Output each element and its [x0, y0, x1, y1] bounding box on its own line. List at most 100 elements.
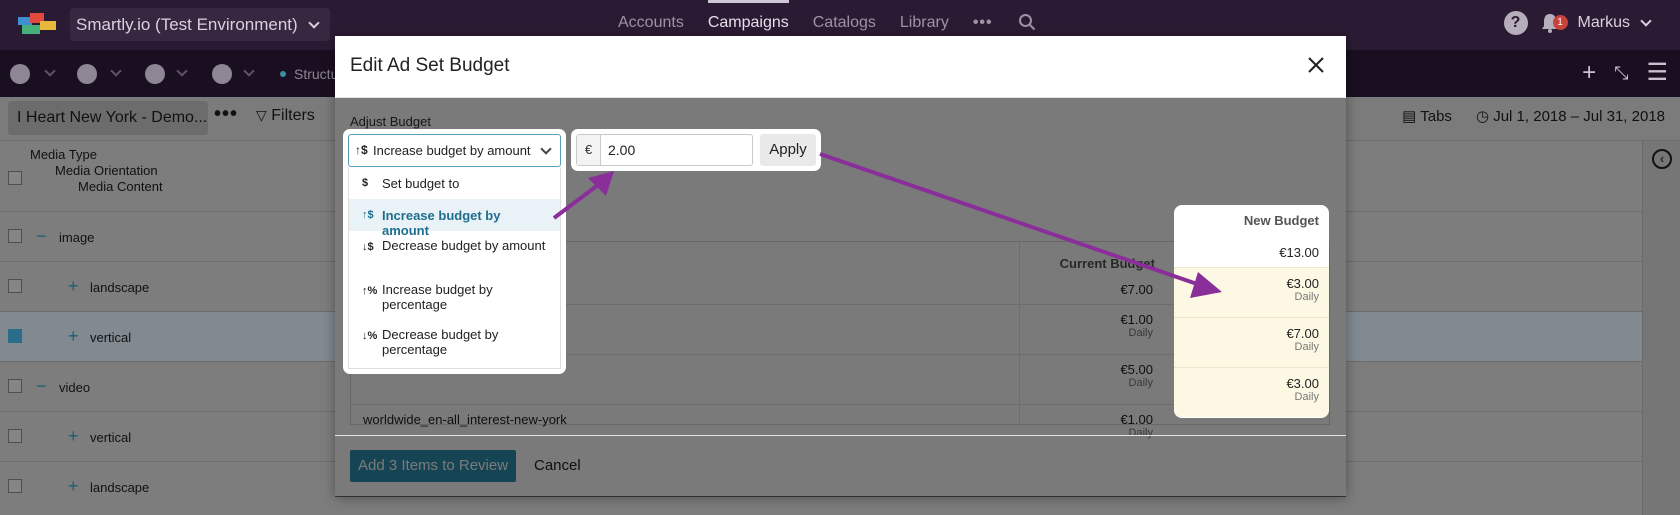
nav-more-button[interactable]: ••• — [973, 14, 993, 32]
chevron-down-icon[interactable] — [176, 65, 188, 77]
current-budget-cell: €5.00 Daily — [1019, 362, 1153, 389]
row-checkbox[interactable] — [8, 479, 22, 493]
smartly-logo[interactable] — [18, 13, 56, 37]
menu-item-label: Decrease budget by amount — [382, 238, 546, 253]
nav-link-campaigns[interactable]: Campaigns — [707, 0, 789, 32]
tree-row-label: image — [59, 230, 95, 245]
new-budget-value: €3.00 — [1286, 276, 1319, 291]
tree-row-label: landscape — [90, 280, 150, 295]
nav-link-catalogs[interactable]: Catalogs — [813, 14, 876, 32]
twitter-icon[interactable] — [145, 64, 165, 84]
budget-type-select[interactable]: ↑$ Increase budget by amount — [348, 134, 561, 167]
tree-row-label: vertical — [90, 330, 132, 345]
expand-icon[interactable]: + — [68, 277, 79, 295]
modal-header: Edit Ad Set Budget — [335, 36, 1346, 98]
menu-item-decrease-percentage[interactable]: ↓% Decrease budget by percentage — [349, 320, 560, 367]
chevron-left-icon[interactable]: ‹ — [1652, 149, 1672, 169]
new-budget-cell: €3.00 Daily — [1174, 267, 1329, 317]
toolbar-right: ▤ Tabs ◷ Jul 1, 2018 – Jul 31, 2018 — [1402, 107, 1665, 125]
budget-type-value: Increase budget by amount — [373, 143, 531, 158]
structure-label[interactable]: Structu — [294, 66, 338, 82]
user-area: ? 1 Markus — [1503, 11, 1652, 35]
tabs-button[interactable]: ▤ Tabs — [1402, 107, 1452, 125]
row-checkbox[interactable] — [8, 279, 22, 293]
add-items-to-review-button[interactable]: Add 3 Items to Review — [350, 450, 517, 482]
add-icon[interactable]: + — [1582, 60, 1596, 86]
collapse-icon[interactable]: − — [36, 227, 47, 245]
modal-footer: Add 3 Items to Review Cancel — [335, 435, 1346, 497]
tree-row-label: vertical — [90, 430, 132, 445]
current-budget-value: €5.00 — [1120, 362, 1153, 377]
expand-icon[interactable]: + — [68, 477, 79, 495]
chevron-down-icon[interactable] — [1640, 15, 1652, 27]
budget-period: Daily — [1128, 377, 1153, 389]
budget-amount-input[interactable]: 2.00 — [608, 135, 635, 165]
view-controls: + ⤡ ☰ — [1582, 60, 1668, 86]
menu-item-label: Set budget to — [382, 176, 460, 191]
current-budget-value: €1.00 — [1120, 312, 1153, 327]
search-icon[interactable] — [1018, 13, 1036, 31]
snapchat-icon[interactable] — [212, 64, 232, 84]
menu-item-decrease-amount[interactable]: ↓$ Decrease budget by amount — [349, 231, 560, 275]
header-media-orientation: Media Orientation — [55, 163, 158, 178]
current-budget-cell: €1.00 Daily — [1019, 312, 1153, 339]
nav-link-accounts[interactable]: Accounts — [618, 14, 684, 32]
menu-icon[interactable]: ☰ — [1646, 60, 1668, 86]
budget-period: Daily — [1294, 341, 1319, 353]
current-budget-value: €1.00 — [1120, 412, 1153, 427]
apply-button[interactable]: Apply — [760, 134, 816, 166]
filter-icon: ▽ — [256, 107, 267, 123]
close-icon[interactable] — [1304, 53, 1328, 77]
currency-prefix: € — [577, 135, 601, 165]
cancel-button[interactable]: Cancel — [534, 450, 581, 482]
date-range-label: Jul 1, 2018 – Jul 31, 2018 — [1493, 108, 1665, 125]
new-budget-value: €3.00 — [1286, 376, 1319, 391]
budget-amount-field[interactable]: € 2.00 — [576, 134, 753, 166]
collapse-icon[interactable]: ⤡ — [1614, 60, 1628, 86]
campaign-selector[interactable]: I Heart New York - Demo... — [8, 101, 208, 135]
nav-link-library[interactable]: Library — [900, 14, 949, 32]
header-media-content: Media Content — [78, 179, 163, 194]
modal-title: Edit Ad Set Budget — [350, 55, 510, 76]
collapse-icon[interactable]: − — [36, 377, 47, 395]
dollar-icon: $ — [362, 177, 369, 189]
budget-type-dropdown: $ Set budget to ↑$ Increase budget by am… — [348, 167, 561, 369]
new-budget-value: €7.00 — [1286, 326, 1319, 341]
clock-icon: ◷ — [1475, 108, 1490, 125]
organization-switcher[interactable]: Smartly.io (Test Environment) — [70, 8, 331, 41]
expand-icon[interactable]: + — [68, 427, 79, 445]
increase-amount-icon: ↑$ — [362, 209, 374, 221]
expand-icon[interactable]: + — [68, 327, 79, 345]
menu-item-label: Decrease budget by percentage — [382, 327, 499, 357]
adjust-budget-label: Adjust Budget — [350, 114, 431, 129]
ad-set-name: worldwide_en-all_interest-new-york — [363, 412, 567, 427]
column-header-new-budget: New Budget — [1243, 213, 1319, 228]
menu-item-increase-amount[interactable]: ↑$ Increase budget by amount — [349, 199, 560, 238]
date-range-picker[interactable]: ◷ Jul 1, 2018 – Jul 31, 2018 — [1476, 107, 1665, 125]
chevron-down-icon[interactable] — [243, 65, 255, 77]
filters-button[interactable]: ▽ Filters — [256, 107, 315, 125]
new-budget-column: New Budget €13.00 €3.00 Daily €7.00 Daily … — [1174, 205, 1329, 418]
row-checkbox[interactable] — [8, 379, 22, 393]
help-icon[interactable]: ? — [1503, 11, 1528, 35]
more-options-button[interactable]: ••• — [214, 103, 238, 126]
row-checkbox[interactable] — [8, 229, 22, 243]
menu-item-increase-percentage[interactable]: ↑% Increase budget by percentage — [349, 275, 560, 320]
user-name[interactable]: Markus — [1578, 14, 1630, 32]
facebook-icon[interactable] — [10, 64, 30, 84]
row-checkbox[interactable] — [8, 429, 22, 443]
tree-row-label: landscape — [90, 480, 150, 495]
row-checkbox-checked[interactable] — [8, 329, 22, 343]
filters-label: Filters — [271, 107, 315, 124]
side-panel-toggle-area: ‹ — [1642, 141, 1680, 515]
tree-row-label: video — [59, 380, 91, 395]
pinterest-icon[interactable] — [77, 64, 97, 84]
new-budget-cell: €7.00 Daily — [1174, 317, 1329, 367]
chevron-down-icon[interactable] — [110, 65, 122, 77]
menu-item-set-budget[interactable]: $ Set budget to — [349, 167, 560, 199]
header-media-type: Media Type — [30, 147, 97, 162]
select-all-checkbox[interactable] — [8, 171, 22, 185]
notifications-button[interactable]: 1 — [1540, 11, 1568, 35]
main-nav: Accounts Campaigns Catalogs Library ••• — [618, 0, 993, 32]
chevron-down-icon[interactable] — [44, 65, 56, 77]
